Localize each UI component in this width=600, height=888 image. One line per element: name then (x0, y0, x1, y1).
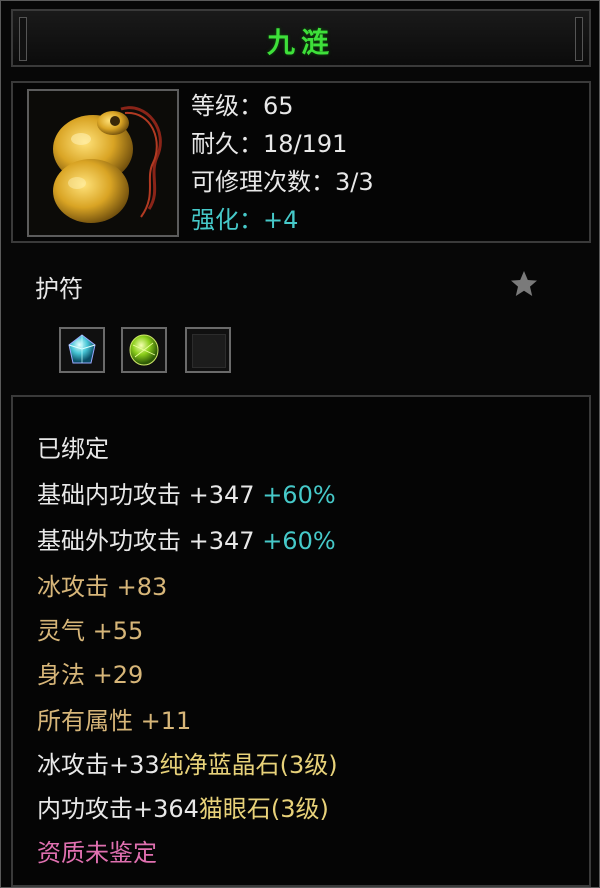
level-stat: 等级：65 (191, 92, 294, 120)
all-attributes-stat: 所有属性 +11 (37, 707, 192, 735)
base-inner-attack-value: 基础内功攻击 +347 (37, 481, 255, 509)
base-inner-attack: 基础内功攻击 +347 +60% (37, 475, 336, 510)
gem-bonus-1: 冰攻击+33纯净蓝晶石(3级) (37, 745, 338, 780)
gem-bonus-2-name: 猫眼石(3级) (198, 795, 329, 823)
attributes-panel: 已绑定 基础内功攻击 +347 +60% 基础外功攻击 +347 +60% 冰攻… (11, 395, 591, 887)
repair-count-stat: 可修理次数：3/3 (191, 168, 374, 196)
item-icon (27, 89, 179, 237)
base-outer-attack: 基础外功攻击 +347 +60% (37, 521, 336, 556)
item-name: 九涟 (266, 26, 335, 59)
gem-bonus-1-name: 纯净蓝晶石(3级) (159, 751, 338, 779)
empty-socket-slot (192, 334, 226, 368)
gem-socket-2[interactable] (121, 327, 167, 373)
base-inner-attack-bonus: +60% (262, 481, 336, 509)
gem-socket-1[interactable] (59, 327, 105, 373)
item-tooltip: 九涟 等级：65 耐久：18/191 可修理次数：3/3 强化：+4 护符 已绑… (0, 0, 600, 888)
green-cat-eye-gem-icon (129, 334, 159, 366)
enhance-stat: 强化：+4 (191, 206, 299, 234)
bound-status: 已绑定 (37, 435, 109, 463)
amulet-icon (53, 106, 162, 223)
item-summary-panel: 等级：65 耐久：18/191 可修理次数：3/3 强化：+4 (11, 81, 591, 243)
durability-stat: 耐久：18/191 (191, 130, 348, 158)
item-type: 护符 (35, 275, 83, 303)
gem-bonus-2-value: 内功攻击+364 (37, 795, 199, 823)
gem-bonus-2: 内功攻击+364猫眼石(3级) (37, 789, 329, 824)
blue-diamond-gem-icon (68, 334, 96, 364)
ice-attack-stat: 冰攻击 +83 (37, 573, 168, 601)
agility-stat: 身法 +29 (37, 661, 144, 689)
spirit-stat: 灵气 +55 (37, 617, 144, 645)
base-outer-attack-value: 基础外功攻击 +347 (37, 527, 255, 555)
title-bar: 九涟 (11, 9, 591, 67)
gem-socket-3-empty[interactable] (185, 327, 231, 373)
item-stats: 等级：65 耐久：18/191 可修理次数：3/3 强化：+4 (191, 87, 374, 239)
base-outer-attack-bonus: +60% (262, 527, 336, 555)
quality-status: 资质未鉴定 (37, 839, 157, 867)
star-icon[interactable] (509, 269, 539, 299)
gem-bonus-1-value: 冰攻击+33 (37, 751, 160, 779)
